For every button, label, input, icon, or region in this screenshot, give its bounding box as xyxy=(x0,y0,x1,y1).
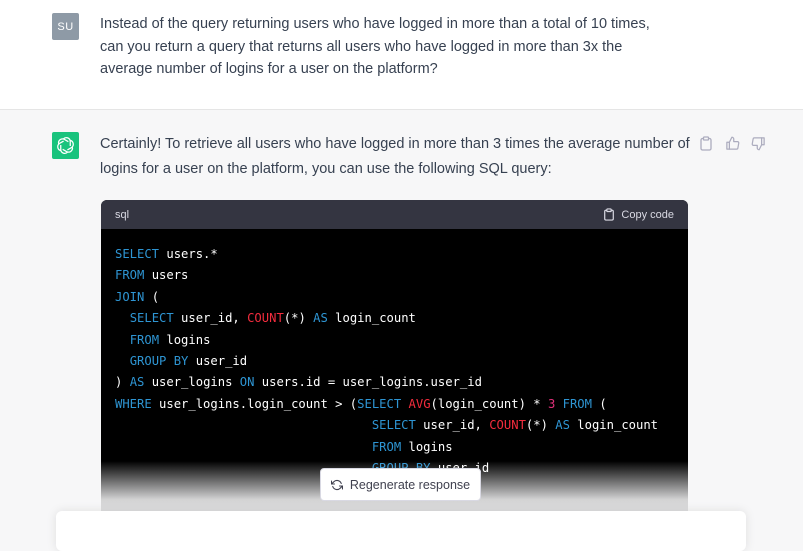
code-line: WHERE user_logins.login_count > (SELECT … xyxy=(115,396,607,411)
user-message-text: Instead of the query returning users who… xyxy=(100,16,650,77)
code-block-header: sql Copy code xyxy=(101,200,688,229)
code-line: JOIN ( xyxy=(115,289,160,304)
code-line: FROM logins xyxy=(129,332,211,347)
user-avatar: SU xyxy=(52,13,79,40)
regenerate-response-label: Regenerate response xyxy=(349,477,471,492)
clipboard-icon[interactable] xyxy=(697,134,715,152)
thumbs-up-icon[interactable] xyxy=(723,134,741,152)
thumbs-down-icon[interactable] xyxy=(749,134,767,152)
code-line: GROUP BY user_id xyxy=(129,354,248,369)
code-line: FROM users xyxy=(115,268,189,283)
code-language-label: sql xyxy=(115,208,130,221)
refresh-icon xyxy=(330,479,343,490)
message-actions xyxy=(697,134,767,152)
chat-input-box[interactable] xyxy=(56,511,746,551)
regenerate-response-button[interactable]: Regenerate response xyxy=(320,468,481,501)
clipboard-icon xyxy=(604,208,615,221)
user-message: SU Instead of the query returning users … xyxy=(0,0,803,110)
code-line: ) AS user_logins ON users.id = user_logi… xyxy=(115,375,482,390)
code-line: SELECT user_id, COUNT(*) AS login_count xyxy=(129,311,416,326)
code-line: SELECT user_id, COUNT(*) AS login_count xyxy=(371,418,659,433)
copy-code-button[interactable]: Copy code xyxy=(603,208,674,221)
code-line: FROM logins xyxy=(371,439,453,454)
copy-code-label: Copy code xyxy=(621,208,674,221)
assistant-intro-text: Certainly! To retrieve all users who hav… xyxy=(100,136,690,177)
code-line: SELECT users.* xyxy=(115,247,218,261)
chatgpt-logo-icon xyxy=(52,132,79,159)
